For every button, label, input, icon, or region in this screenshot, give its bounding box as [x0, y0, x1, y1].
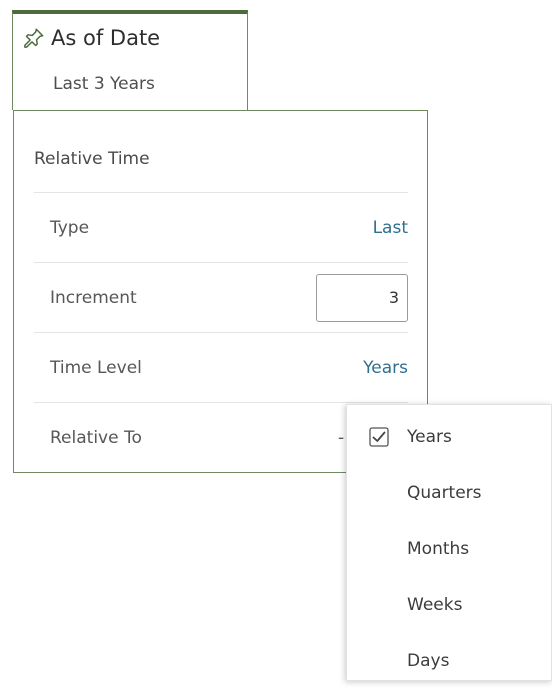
menu-item-months[interactable]: Months	[347, 521, 551, 577]
relative-to-label: Relative To	[50, 427, 142, 448]
menu-item-quarters[interactable]: Quarters	[347, 465, 551, 521]
menu-item-label: Weeks	[407, 595, 463, 615]
relative-to-value[interactable]: -	[338, 428, 344, 448]
filter-card[interactable]: As of Date Last 3 Years	[12, 10, 248, 110]
time-level-row: Time Level Years	[34, 332, 408, 402]
menu-item-weeks[interactable]: Weeks	[347, 577, 551, 633]
type-value-link[interactable]: Last	[373, 218, 408, 238]
increment-label: Increment	[50, 287, 137, 308]
type-label: Type	[50, 217, 90, 238]
time-level-dropdown: Years Quarters Months Weeks Days	[346, 404, 552, 681]
time-level-label: Time Level	[50, 357, 142, 378]
menu-item-years[interactable]: Years	[347, 409, 551, 465]
type-row: Type Last	[34, 192, 408, 262]
filter-title-text: As of Date	[51, 26, 161, 50]
pin-icon[interactable]	[23, 27, 45, 49]
filter-subtitle: Last 3 Years	[53, 74, 155, 94]
increment-input[interactable]	[316, 273, 408, 322]
menu-item-label: Months	[407, 539, 470, 559]
menu-item-label: Days	[407, 651, 450, 671]
menu-item-label: Years	[407, 427, 452, 447]
menu-item-label: Quarters	[407, 483, 482, 503]
check-icon	[369, 427, 389, 447]
filter-title: As of Date	[23, 26, 160, 50]
increment-row: Increment	[34, 262, 408, 332]
time-level-value-link[interactable]: Years	[363, 358, 408, 378]
section-title: Relative Time	[34, 149, 150, 169]
